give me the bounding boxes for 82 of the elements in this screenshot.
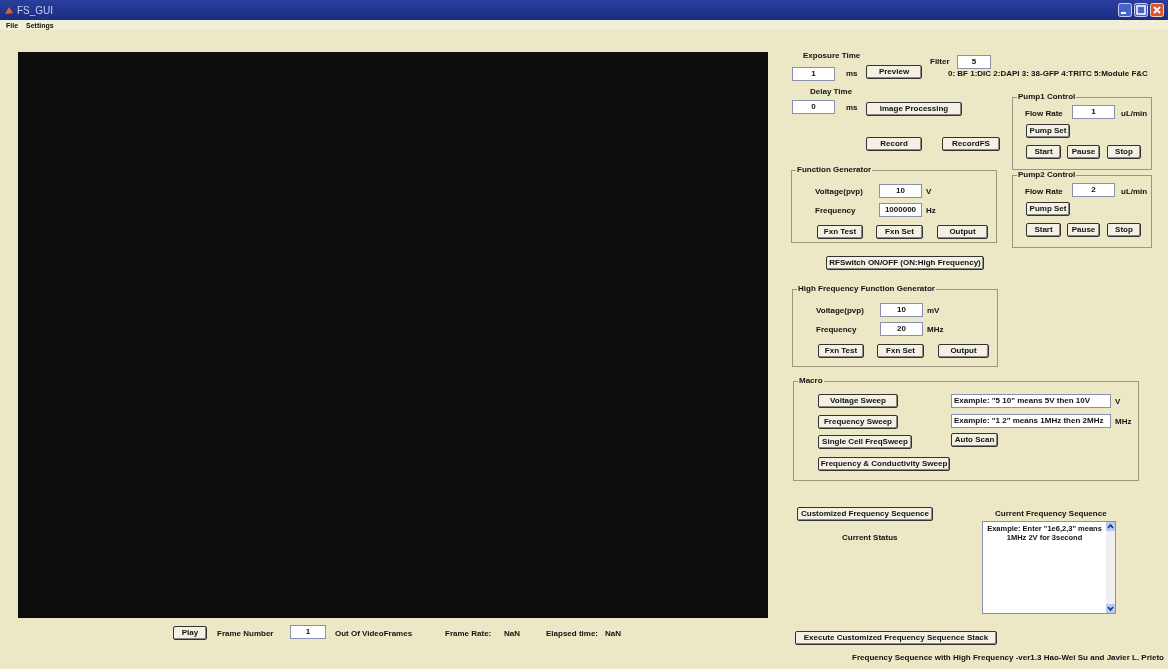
push-button[interactable]: Stop	[1107, 145, 1141, 159]
text-field[interactable]: Example: "5 10" means 5V then 10V	[951, 394, 1111, 408]
text-field[interactable]: 1	[792, 67, 835, 81]
text-field[interactable]: 0	[792, 100, 835, 114]
field-label: Frame Number	[217, 630, 274, 638]
field-label: Current Status	[842, 534, 898, 542]
push-button[interactable]: Fxn Set	[877, 344, 924, 358]
field-label: Flow Rate	[1025, 188, 1063, 196]
unit-label: ms	[846, 70, 858, 78]
push-button[interactable]: Single Cell FreqSweep	[818, 435, 912, 449]
scroll-down-icon[interactable]	[1106, 604, 1115, 613]
text-field[interactable]: 1000000	[879, 203, 922, 217]
push-button[interactable]: Pause	[1067, 145, 1100, 159]
unit-label: MHz	[927, 326, 944, 334]
maximize-icon[interactable]	[1134, 3, 1148, 17]
push-button[interactable]: Pump Set	[1026, 202, 1070, 216]
field-label: Delay Time	[810, 88, 853, 96]
text-field[interactable]: 1	[290, 625, 326, 639]
push-button[interactable]: Execute Customized Frequency Sequence Stack	[795, 631, 997, 645]
value-text: NaN	[504, 630, 520, 638]
group-title: High Frequency Function Generator	[797, 285, 936, 293]
push-button[interactable]: Customized Frequency Sequence	[797, 507, 933, 521]
push-button[interactable]: Start	[1026, 145, 1061, 159]
field-label: Exposure Time	[803, 52, 861, 60]
push-button[interactable]: Record	[866, 137, 922, 151]
close-icon[interactable]	[1150, 3, 1164, 17]
push-button[interactable]: Fxn Set	[876, 225, 923, 239]
text-field[interactable]: 5	[957, 55, 991, 69]
legend-text: 0: BF 1:DIC 2:DAPI 3: 38-GFP 4:TRITC 5:Module F&C	[948, 70, 1148, 78]
field-label: Frame Rate:	[445, 630, 492, 638]
scrollbar[interactable]	[1106, 522, 1115, 613]
push-button[interactable]: Play	[173, 626, 207, 640]
push-button[interactable]: Auto Scan	[951, 433, 998, 447]
field-label: Frequency	[816, 326, 857, 334]
unit-label: uL/min	[1121, 188, 1148, 196]
field-label: Out Of	[335, 630, 360, 638]
group-title: Macro	[798, 377, 824, 385]
push-button[interactable]: Fxn Test	[817, 225, 863, 239]
push-button[interactable]: Pump Set	[1026, 124, 1070, 138]
field-label: Current Frequency Sequence	[995, 510, 1107, 518]
unit-label: ms	[846, 104, 858, 112]
push-button[interactable]: Output	[937, 225, 988, 239]
push-button[interactable]: RFSwitch ON/OFF (ON:High Frequency)	[826, 256, 984, 270]
group-title: Pump2 Control	[1017, 171, 1077, 179]
window-title: FS_GUI	[17, 3, 54, 18]
field-label: VideoFrames	[362, 630, 413, 638]
group-title: Function Generator	[796, 166, 873, 174]
text-field[interactable]: 10	[880, 303, 923, 317]
unit-label: uL/min	[1121, 110, 1148, 118]
value-text: NaN	[605, 630, 621, 638]
unit-label: V	[926, 188, 932, 196]
push-button[interactable]: Frequency & Conductivity Sweep	[818, 457, 950, 471]
group-title: Pump1 Control	[1017, 93, 1077, 101]
push-button[interactable]: Fxn Test	[818, 344, 864, 358]
field-label: Elapsed time:	[546, 630, 598, 638]
text-field[interactable]: 10	[879, 184, 922, 198]
field-label: Filter	[930, 58, 950, 66]
unit-label: MHz	[1115, 418, 1132, 426]
minimize-icon[interactable]	[1118, 3, 1132, 17]
push-button[interactable]: Frequency Sweep	[818, 415, 898, 429]
scroll-up-icon[interactable]	[1106, 522, 1115, 531]
unit-label: V	[1115, 398, 1121, 406]
field-label: Voltage(pvp)	[816, 307, 864, 315]
push-button[interactable]: Start	[1026, 223, 1061, 237]
push-button[interactable]: Preview	[866, 65, 922, 79]
push-button[interactable]: Output	[938, 344, 989, 358]
push-button[interactable]: Stop	[1107, 223, 1141, 237]
text-field[interactable]: 20	[880, 322, 923, 336]
push-button[interactable]: Pause	[1067, 223, 1100, 237]
field-label: Voltage(pvp)	[815, 188, 863, 196]
text-field[interactable]: 1	[1072, 105, 1115, 119]
unit-label: Hz	[926, 207, 936, 215]
text-field[interactable]: Example: "1 2" means 1MHz then 2MHz	[951, 414, 1111, 428]
app-icon	[4, 5, 14, 15]
field-label: Frequency	[815, 207, 856, 215]
text-field[interactable]: 2	[1072, 183, 1115, 197]
push-button[interactable]: RecordFS	[942, 137, 1000, 151]
footer-text: Frequency Sequence with High Frequency -ver1.3 Hao-Wei Su and Javier L. Prieto	[852, 654, 1164, 662]
field-label: Flow Rate	[1025, 110, 1063, 118]
push-button[interactable]: Image Processing	[866, 102, 962, 116]
unit-label: mV	[927, 307, 940, 315]
push-button[interactable]: Voltage Sweep	[818, 394, 898, 408]
